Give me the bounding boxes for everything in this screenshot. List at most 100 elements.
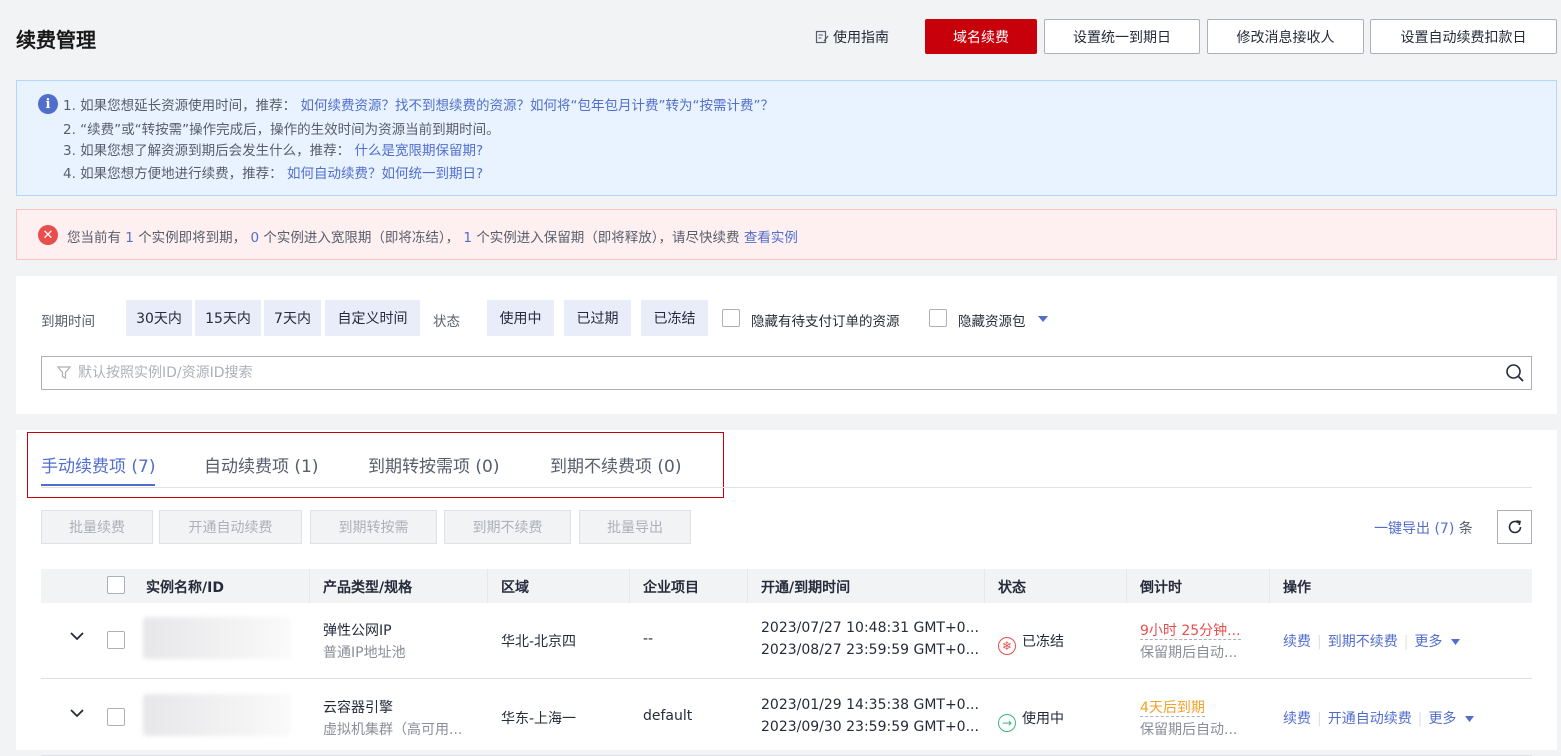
col-region: 区域 bbox=[501, 580, 529, 596]
countdown-sub: 保留期后自动... bbox=[1140, 645, 1238, 661]
page-header: 续费管理 使用指南 域名续费 设置统一到期日 修改消息接收人 设置自动续费扣款日 bbox=[0, 0, 1561, 72]
status-frozen: ❄ 已冻结 bbox=[998, 631, 1064, 655]
col-instance: 实例名称/ID bbox=[146, 580, 224, 596]
alert-part: 个实例即将到期， bbox=[138, 230, 247, 246]
hide-package-label: 隐藏资源包 bbox=[958, 314, 1026, 330]
product-spec: 普通IP地址池 bbox=[323, 645, 406, 661]
caret-down-icon[interactable] bbox=[1038, 316, 1048, 322]
instance-name-redacted bbox=[143, 694, 291, 736]
tab-to-ondemand[interactable]: 到期转按需项 (0) bbox=[368, 452, 499, 477]
action-divider: | bbox=[1403, 634, 1409, 650]
main-panel: 手动续费项 (7) 自动续费项 (1) 到期转按需项 (0) 到期不续费项 (0… bbox=[16, 430, 1557, 756]
status-in-use-chip[interactable]: 使用中 bbox=[487, 300, 554, 336]
info-line-2: 2. “续费”或“转按需”操作完成后，操作的生效时间为资源当前到期时间。 bbox=[63, 122, 500, 138]
view-instances-link[interactable]: 查看实例 bbox=[744, 230, 798, 246]
status-expired-chip[interactable]: 已过期 bbox=[564, 300, 631, 336]
caret-down-icon[interactable] bbox=[1464, 716, 1474, 722]
product-type: 云容器引擎 bbox=[323, 700, 393, 716]
info-banner: i 1. 如果您想延长资源使用时间，推荐： 如何续费资源？找不到想续费的资源？如… bbox=[16, 80, 1557, 196]
info-icon: i bbox=[38, 94, 58, 114]
tab-manual-renew[interactable]: 手动续费项 (7) bbox=[41, 452, 155, 477]
snowflake-icon: ❄ bbox=[998, 637, 1016, 655]
domain-renew-button[interactable]: 域名续费 bbox=[925, 19, 1037, 54]
col-countdown: 倒计时 bbox=[1140, 580, 1182, 596]
expiry-filter-label: 到期时间 bbox=[41, 314, 95, 330]
instance-name-redacted bbox=[143, 617, 291, 659]
page-title: 续费管理 bbox=[16, 28, 96, 52]
arrow-right-circle-icon: → bbox=[998, 714, 1016, 732]
expiry-alert: ✕ 您当前有 1 个实例即将到期， 0 个实例进入宽限期（即将冻结）， 1 个实… bbox=[16, 209, 1557, 260]
filter-icon bbox=[57, 366, 71, 379]
row-checkbox[interactable] bbox=[107, 708, 125, 726]
to-ondemand-button[interactable]: 到期转按需 bbox=[310, 510, 437, 544]
batch-renew-button[interactable]: 批量续费 bbox=[41, 510, 153, 544]
expiry-15-days-chip[interactable]: 15天内 bbox=[195, 300, 261, 336]
error-icon: ✕ bbox=[38, 225, 58, 245]
action-divider: | bbox=[1417, 711, 1423, 727]
table-row: 弹性公网IP 普通IP地址池 华北-北京四 -- 2023/07/27 10:4… bbox=[41, 603, 1532, 679]
chevron-down-icon[interactable] bbox=[69, 708, 85, 718]
more-link[interactable]: 更多 bbox=[1414, 634, 1442, 650]
info-text-4: 4. 如果您想方便地进行续费，推荐： bbox=[63, 166, 283, 182]
col-separator bbox=[487, 569, 488, 603]
countdown-text[interactable]: 4天后到期 bbox=[1140, 700, 1205, 717]
info-text-1: 1. 如果您想延长资源使用时间，推荐： bbox=[63, 98, 297, 114]
row-actions: 续费 | 到期不续费 | 更多 bbox=[1283, 631, 1460, 651]
table-header: 实例名称/ID 产品类型/规格 区域 企业项目 开通/到期时间 状态 倒计时 操… bbox=[41, 569, 1532, 603]
row-checkbox[interactable] bbox=[107, 631, 125, 649]
col-actions: 操作 bbox=[1283, 580, 1311, 596]
enable-auto-renew-button[interactable]: 开通自动续费 bbox=[159, 510, 302, 544]
batch-export-button[interactable]: 批量导出 bbox=[579, 510, 691, 544]
more-link[interactable]: 更多 bbox=[1428, 711, 1456, 727]
tab-divider bbox=[41, 487, 1532, 488]
product-type: 弹性公网IP bbox=[323, 623, 392, 639]
unify-expiry-button[interactable]: 设置统一到期日 bbox=[1044, 19, 1200, 54]
alert-part: 个实例进入保留期（即将释放），请尽快续费 bbox=[476, 230, 740, 246]
no-renew-button[interactable]: 到期不续费 bbox=[444, 510, 571, 544]
tab-auto-renew[interactable]: 自动续费项 (1) bbox=[204, 452, 318, 477]
no-renew-link[interactable]: 到期不续费 bbox=[1328, 634, 1398, 650]
expiry-7-days-chip[interactable]: 7天内 bbox=[264, 300, 321, 336]
status-frozen-chip[interactable]: 已冻结 bbox=[641, 300, 708, 336]
action-divider: | bbox=[1317, 711, 1322, 727]
guide-label: 使用指南 bbox=[833, 30, 889, 46]
auto-renew-date-button[interactable]: 设置自动续费扣款日 bbox=[1370, 19, 1557, 54]
chevron-down-icon[interactable] bbox=[69, 631, 85, 641]
col-status: 状态 bbox=[998, 580, 1026, 596]
col-separator bbox=[1269, 569, 1270, 603]
renew-link[interactable]: 续费 bbox=[1283, 711, 1311, 727]
search-box[interactable] bbox=[41, 356, 1532, 390]
filter-panel: 到期时间 30天内 15天内 7天内 自定义时间 状态 使用中 已过期 已冻结 … bbox=[16, 276, 1557, 414]
info-line-1: 1. 如果您想延长资源使用时间，推荐： 如何续费资源？找不到想续费的资源？如何将… bbox=[63, 94, 774, 114]
modify-receiver-button[interactable]: 修改消息接收人 bbox=[1207, 19, 1364, 54]
select-all-checkbox[interactable] bbox=[107, 576, 125, 594]
info-links-1[interactable]: 如何续费资源？找不到想续费的资源？如何将“包年包月计费”转为“按需计费”？ bbox=[300, 98, 773, 114]
countdown-sub: 保留期后自动... bbox=[1140, 722, 1238, 738]
tab-no-renew[interactable]: 到期不续费项 (0) bbox=[550, 452, 681, 477]
refresh-button[interactable] bbox=[1497, 510, 1532, 544]
hide-package-checkbox[interactable] bbox=[929, 309, 947, 327]
enable-auto-renew-link[interactable]: 开通自动续费 bbox=[1328, 711, 1412, 727]
renew-link[interactable]: 续费 bbox=[1283, 634, 1311, 650]
export-all-link[interactable]: 一键导出 (7) 条 bbox=[1374, 518, 1473, 538]
hide-pending-checkbox[interactable] bbox=[722, 309, 740, 327]
start-time: 2023/07/27 10:48:31 GMT+0... bbox=[761, 620, 979, 636]
caret-down-icon[interactable] bbox=[1450, 639, 1460, 645]
info-links-4[interactable]: 如何自动续费？如何统一到期日? bbox=[287, 166, 483, 182]
info-links-3[interactable]: 什么是宽限期保留期? bbox=[354, 143, 483, 159]
search-icon[interactable] bbox=[1505, 363, 1525, 383]
col-project: 企业项目 bbox=[643, 580, 699, 596]
alert-count-expiring: 1 bbox=[125, 230, 134, 246]
alert-count-retention: 1 bbox=[463, 230, 473, 246]
countdown-text[interactable]: 9小时 25分钟... bbox=[1140, 623, 1241, 640]
expiry-30-days-chip[interactable]: 30天内 bbox=[126, 300, 192, 336]
col-separator bbox=[984, 569, 985, 603]
col-separator bbox=[309, 569, 310, 603]
hide-pending-label: 隐藏有待支付订单的资源 bbox=[751, 314, 900, 330]
user-guide-link[interactable]: 使用指南 bbox=[815, 27, 889, 47]
search-input[interactable] bbox=[78, 357, 1478, 389]
alert-part: 您当前有 bbox=[67, 230, 121, 246]
status-filter-label: 状态 bbox=[433, 314, 460, 330]
expiry-custom-chip[interactable]: 自定义时间 bbox=[325, 300, 420, 336]
col-separator bbox=[747, 569, 748, 603]
